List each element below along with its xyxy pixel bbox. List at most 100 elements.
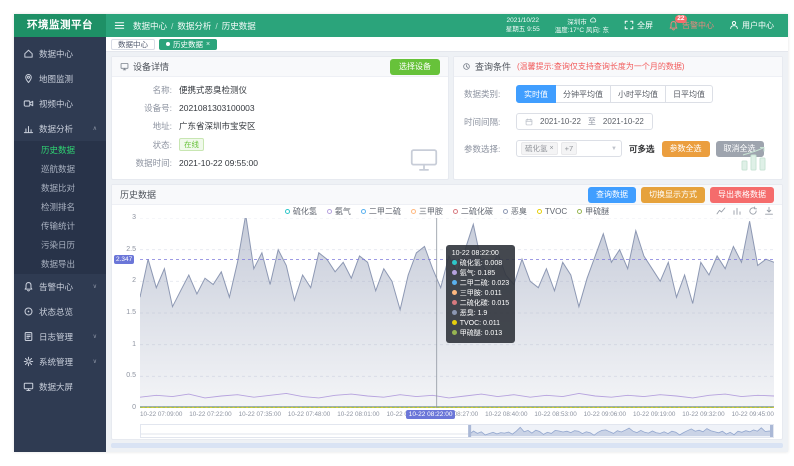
breadcrumb-separator: /	[171, 21, 173, 31]
x-axis-labels: 10-22 07:09:0010-22 07:22:0010-22 07:35:…	[140, 411, 774, 418]
legend-item[interactable]: 硫化氢	[285, 206, 317, 217]
sidebar-item-label: 数据中心	[39, 48, 73, 60]
device-detail-panel: 设备详情 选择设备 名称:便携式恶臭检测仪设备号:202108130310000…	[111, 56, 449, 180]
legend-item[interactable]: 二硫化碳	[453, 206, 493, 217]
sidebar-item[interactable]: 数据中心	[14, 41, 106, 66]
download-icon[interactable]	[764, 206, 774, 216]
history-panel-title: 历史数据	[120, 188, 156, 201]
weather-city: 深圳市	[567, 19, 587, 26]
sidebar-item[interactable]: 数据分析∧	[14, 116, 106, 141]
legend-item[interactable]: 三甲胺	[411, 206, 443, 217]
sidebar-subitem[interactable]: 数据导出	[14, 255, 106, 274]
chart-plot-area[interactable]	[140, 218, 774, 408]
sidebar-subitem[interactable]: 污染日历	[14, 236, 106, 255]
x-axis-label: 10-22 07:22:00	[189, 411, 231, 418]
gear-icon	[23, 356, 34, 367]
y-axis-pointer-badge: 2.347	[114, 255, 134, 264]
tab-close-icon[interactable]: ×	[206, 41, 210, 48]
sidebar-subitem[interactable]: 检测排名	[14, 198, 106, 217]
sidebar-subitem[interactable]: 巡航数据	[14, 160, 106, 179]
device-field-row: 名称:便携式恶臭检测仪	[120, 84, 440, 96]
data-type-button[interactable]: 日平均值	[665, 85, 713, 103]
device-monitor-icon	[410, 148, 438, 172]
sidebar-subitem[interactable]: 传输统计	[14, 217, 106, 236]
legend-item[interactable]: 恶臭	[503, 206, 527, 217]
sidebar-item-label: 系统管理	[39, 356, 73, 368]
data-type-button[interactable]: 分钟平均值	[555, 85, 611, 103]
tab-active-dot	[166, 42, 170, 46]
tab-active[interactable]: 历史数据×	[159, 39, 217, 50]
select-all-params-button[interactable]: 参数全选	[662, 141, 710, 157]
sidebar-item[interactable]: 系统管理∨	[14, 349, 106, 374]
sidebar-item[interactable]: 日志管理 ∨	[14, 324, 106, 349]
header-date: 2021/10/22	[506, 17, 540, 26]
device-field-row: 状态:在线	[120, 138, 440, 151]
main-area: 数据中心历史数据× 设备详情 选择设备 名称:便携式恶臭检测仪设备号:20210…	[106, 37, 788, 452]
chart-legend: 硫化氢 氨气二甲二硫三甲胺二硫化碳 恶臭 TVOC 甲硫醚	[112, 206, 782, 217]
breadcrumb-item[interactable]: 历史数据	[222, 20, 256, 32]
export-table-button[interactable]: 导出表格数据	[710, 187, 774, 203]
alarm-center-button[interactable]: 22 告警中心	[668, 20, 714, 31]
datazoom-slider[interactable]	[140, 424, 774, 438]
select-device-button[interactable]: 选择设备	[390, 59, 440, 75]
breadcrumb-item[interactable]: 数据中心	[133, 20, 167, 32]
restore-icon[interactable]	[748, 206, 758, 216]
toggle-display-button[interactable]: 切换显示方式	[641, 187, 705, 203]
y-axis-label: 1	[114, 341, 136, 348]
video-icon	[23, 98, 34, 109]
date-range-input[interactable]: 2021-10-22 至 2021-10-22	[516, 113, 653, 130]
sidebar-item-label: 日志管理	[39, 331, 73, 343]
chevron-up-icon: ∧	[93, 125, 97, 132]
chevron-down-icon: ∨	[93, 333, 97, 340]
user-center-button[interactable]: 用户中心	[729, 20, 774, 32]
data-type-button[interactable]: 实时值	[516, 85, 556, 103]
y-axis-label: 2.5	[114, 246, 136, 253]
param-more-tag: +7	[561, 142, 578, 155]
legend-item[interactable]: 甲硫醚	[577, 206, 609, 217]
breadcrumb-item[interactable]: 数据分析	[177, 20, 211, 32]
sidebar-item[interactable]: 地图监测	[14, 66, 106, 91]
legend-label: 硫化氢	[293, 206, 317, 217]
tab-item[interactable]: 数据中心	[111, 39, 155, 50]
bar-graph-icon[interactable]	[732, 206, 742, 216]
legend-marker	[327, 209, 332, 214]
datazoom-mini-chart	[141, 425, 773, 437]
tab-label: 历史数据	[173, 39, 203, 50]
fullscreen-button[interactable]: 全屏	[624, 20, 653, 32]
date-end-value: 2021-10-22	[603, 117, 644, 126]
cloud-icon	[589, 16, 597, 24]
chevron-down-icon: ∨	[93, 283, 97, 290]
tag-close-icon[interactable]: ×	[550, 143, 554, 154]
sidebar-item[interactable]: 告警中心∨	[14, 274, 106, 299]
tab-label: 数据中心	[118, 39, 148, 50]
data-type-button[interactable]: 小时平均值	[610, 85, 666, 103]
y-axis-label: 0.5	[114, 372, 136, 379]
param-select[interactable]: 硫化氢× +7 ▼	[516, 140, 622, 157]
date-separator: 至	[588, 116, 596, 127]
chart-watermark-icon	[739, 146, 769, 174]
line-chart-icon[interactable]	[716, 206, 726, 216]
legend-label: 氨气	[335, 206, 351, 217]
sidebar-item[interactable]: 数据大屏	[14, 374, 106, 399]
y-axis-label: 3	[114, 214, 136, 221]
legend-marker	[285, 209, 290, 214]
home-icon	[23, 48, 34, 59]
query-data-button[interactable]: 查询数据	[588, 187, 636, 203]
restore-icon	[748, 206, 758, 216]
sidebar-subitem[interactable]: 历史数据	[14, 141, 106, 160]
app-logo: 环境监测平台	[14, 14, 106, 37]
x-axis-label: 10-22 07:48:00	[288, 411, 330, 418]
content-area: 设备详情 选择设备 名称:便携式恶臭检测仪设备号:202108130310000…	[106, 52, 788, 452]
sidebar-item[interactable]: 状态总览	[14, 299, 106, 324]
collapse-menu-icon[interactable]	[114, 20, 125, 31]
chart-plot-svg[interactable]	[140, 218, 774, 408]
legend-item[interactable]: TVOC	[537, 206, 567, 217]
horizontal-scrollbar[interactable]	[111, 443, 783, 448]
legend-item[interactable]: 氨气	[327, 206, 351, 217]
legend-label: 恶臭	[511, 206, 527, 217]
sidebar-subitem[interactable]: 数据比对	[14, 179, 106, 198]
alarm-label: 告警中心	[682, 20, 714, 31]
legend-item[interactable]: 二甲二硫	[361, 206, 401, 217]
x-axis-label: 10-22 07:35:00	[239, 411, 281, 418]
sidebar-item[interactable]: 视频中心	[14, 91, 106, 116]
